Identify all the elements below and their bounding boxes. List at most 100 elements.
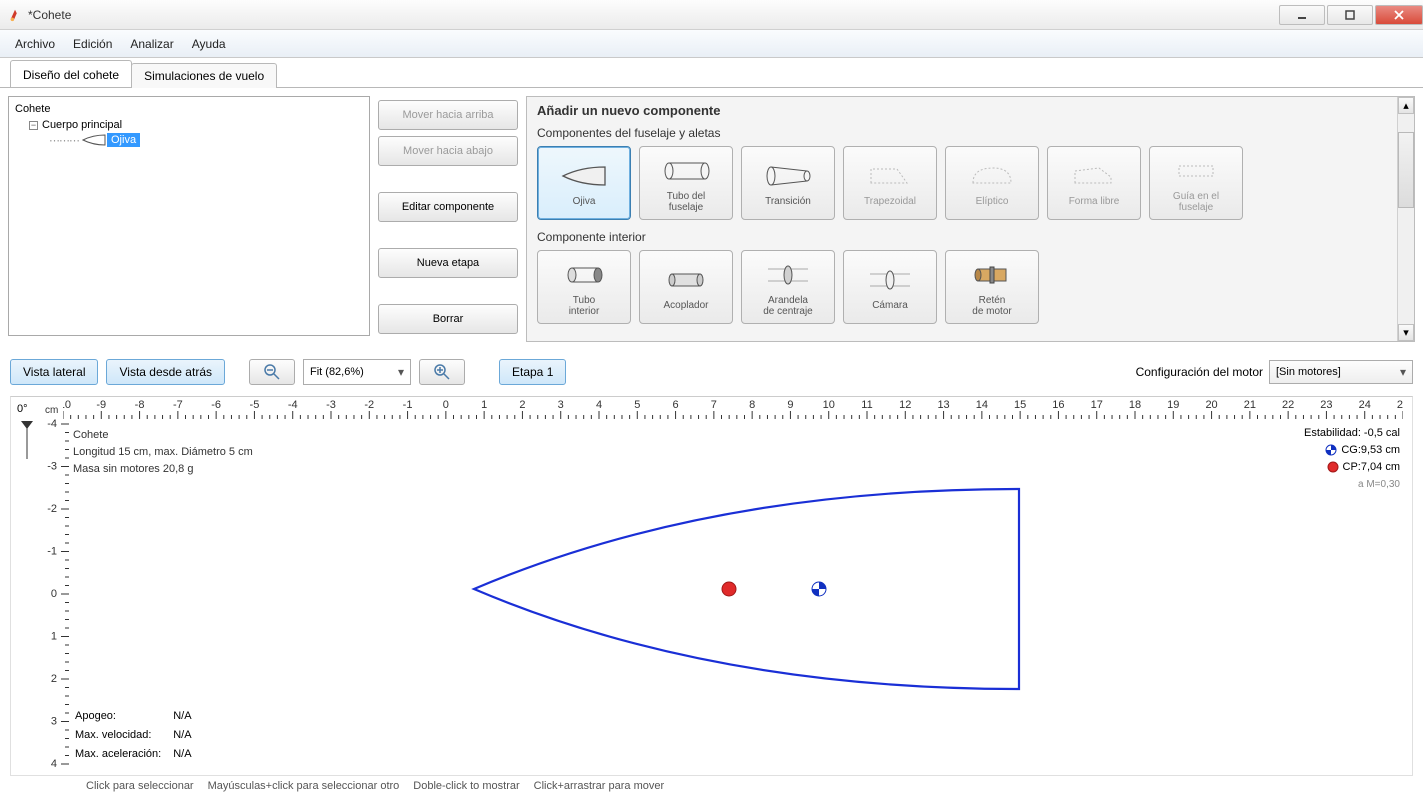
svg-text:0: 0 bbox=[443, 399, 449, 411]
motor-config-label: Configuración del motor bbox=[1136, 365, 1263, 379]
delete-button[interactable]: Borrar bbox=[378, 304, 518, 334]
stability-info: Estabilidad: -0,5 cal CG:9,53 cm CP:7,04… bbox=[1304, 425, 1400, 493]
svg-text:-2: -2 bbox=[364, 399, 374, 411]
close-button[interactable] bbox=[1375, 5, 1423, 25]
new-stage-button[interactable]: Nueva etapa bbox=[378, 248, 518, 278]
rocket-canvas[interactable]: Cohete Longitud 15 cm, max. Diámetro 5 c… bbox=[69, 419, 1408, 771]
nosecone-icon bbox=[559, 164, 609, 188]
tree-nose-selected[interactable]: Ojiva bbox=[107, 133, 140, 147]
svg-text:-4: -4 bbox=[47, 419, 57, 430]
comp-trapezoidal[interactable]: Trapezoidal bbox=[843, 146, 937, 220]
svg-text:0: 0 bbox=[51, 588, 57, 600]
status-tip-4: Click+arrastrar para mover bbox=[534, 780, 665, 792]
svg-text:14: 14 bbox=[976, 399, 988, 411]
section-fuselage: Componentes del fuselaje y aletas bbox=[537, 126, 1398, 140]
menu-archivo[interactable]: Archivo bbox=[6, 33, 64, 55]
edit-component-button[interactable]: Editar componente bbox=[378, 192, 518, 222]
motor-select[interactable]: [Sin motores] bbox=[1269, 360, 1413, 384]
bodytube-icon bbox=[661, 160, 711, 182]
svg-text:20: 20 bbox=[1205, 399, 1217, 411]
comp-ojiva[interactable]: Ojiva bbox=[537, 146, 631, 220]
comp-tubo-interior[interactable]: Tubo interior bbox=[537, 250, 631, 324]
comp-forma-libre[interactable]: Forma libre bbox=[1047, 146, 1141, 220]
ruler-unit: cm bbox=[45, 405, 58, 416]
svg-text:-3: -3 bbox=[326, 399, 336, 411]
rocket-drawing[interactable]: 0° cm -10-9-8-7-6-5-4-3-2-10123456789101… bbox=[10, 396, 1413, 776]
zoom-out-button[interactable] bbox=[249, 359, 295, 385]
svg-text:6: 6 bbox=[673, 399, 679, 411]
svg-text:-4: -4 bbox=[288, 399, 298, 411]
menu-ayuda[interactable]: Ayuda bbox=[183, 33, 235, 55]
cp-marker bbox=[722, 582, 736, 596]
svg-text:4: 4 bbox=[51, 758, 57, 769]
cg-marker bbox=[812, 582, 826, 596]
comp-camara[interactable]: Cámara bbox=[843, 250, 937, 324]
elliptic-fin-icon bbox=[969, 165, 1015, 187]
tab-sim[interactable]: Simulaciones de vuelo bbox=[131, 63, 277, 88]
comp-eliptico[interactable]: Elíptico bbox=[945, 146, 1039, 220]
svg-text:8: 8 bbox=[749, 399, 755, 411]
svg-text:-6: -6 bbox=[211, 399, 221, 411]
window-title: *Cohete bbox=[28, 8, 71, 22]
comp-arandela[interactable]: Arandela de centraje bbox=[741, 250, 835, 324]
svg-text:23: 23 bbox=[1320, 399, 1332, 411]
svg-text:24: 24 bbox=[1359, 399, 1371, 411]
svg-text:19: 19 bbox=[1167, 399, 1179, 411]
comp-transicion[interactable]: Transición bbox=[741, 146, 835, 220]
minimize-button[interactable] bbox=[1279, 5, 1325, 25]
comp-acoplador[interactable]: Acoplador bbox=[639, 250, 733, 324]
tree-expander-icon[interactable]: − bbox=[29, 121, 38, 130]
rotation-slider[interactable] bbox=[17, 419, 37, 461]
comp-guia[interactable]: Guía en el fuselaje bbox=[1149, 146, 1243, 220]
svg-text:-8: -8 bbox=[135, 399, 145, 411]
tree-connector: ⋯⋯⋯ bbox=[49, 134, 79, 147]
cp-legend-icon bbox=[1327, 461, 1339, 473]
svg-text:4: 4 bbox=[596, 399, 602, 411]
menubar: Archivo Edición Analizar Ayuda bbox=[0, 30, 1423, 58]
scroll-down-icon[interactable]: ▾ bbox=[1398, 324, 1414, 341]
section-interior: Componente interior bbox=[537, 230, 1398, 244]
comp-reten-motor[interactable]: Retén de motor bbox=[945, 250, 1039, 324]
scroll-thumb[interactable] bbox=[1398, 132, 1414, 208]
svg-text:10: 10 bbox=[823, 399, 835, 411]
svg-text:-5: -5 bbox=[250, 399, 260, 411]
stability-value: Estabilidad: -0,5 cal bbox=[1304, 425, 1400, 442]
back-view-button[interactable]: Vista desde atrás bbox=[106, 359, 225, 385]
panel-scrollbar[interactable]: ▴ ▾ bbox=[1397, 97, 1414, 341]
svg-text:3: 3 bbox=[558, 399, 564, 411]
side-view-button[interactable]: Vista lateral bbox=[10, 359, 98, 385]
zoom-select[interactable]: Fit (82,6%) bbox=[303, 359, 411, 385]
menu-analizar[interactable]: Analizar bbox=[121, 33, 182, 55]
nosecone-mini-icon bbox=[81, 134, 107, 146]
rotation-label[interactable]: 0° bbox=[17, 403, 28, 415]
svg-text:-9: -9 bbox=[96, 399, 106, 411]
launch-lug-icon bbox=[1173, 160, 1219, 182]
panel-title: Añadir un nuevo componente bbox=[537, 103, 1398, 118]
stage-button[interactable]: Etapa 1 bbox=[499, 359, 566, 385]
maximize-button[interactable] bbox=[1327, 5, 1373, 25]
tree-root[interactable]: Cohete bbox=[11, 101, 367, 117]
zoom-out-icon bbox=[263, 363, 281, 381]
statusbar: Click para seleccionar Mayúsculas+click … bbox=[10, 776, 1413, 796]
cg-legend-icon bbox=[1325, 444, 1337, 456]
tab-design[interactable]: Diseño del cohete bbox=[10, 60, 132, 87]
menu-edicion[interactable]: Edición bbox=[64, 33, 121, 55]
svg-text:12: 12 bbox=[899, 399, 911, 411]
move-up-button[interactable]: Mover hacia arriba bbox=[378, 100, 518, 130]
svg-text:-2: -2 bbox=[47, 503, 57, 515]
comp-tubo-fuselaje[interactable]: Tubo del fuselaje bbox=[639, 146, 733, 220]
cg-value: CG:9,53 cm bbox=[1341, 444, 1400, 456]
svg-text:25: 25 bbox=[1397, 399, 1403, 411]
zoom-in-button[interactable] bbox=[419, 359, 465, 385]
svg-text:17: 17 bbox=[1091, 399, 1103, 411]
coupler-icon bbox=[664, 270, 708, 290]
move-down-button[interactable]: Mover hacia abajo bbox=[378, 136, 518, 166]
svg-text:18: 18 bbox=[1129, 399, 1141, 411]
status-tip-3: Doble-click to mostrar bbox=[413, 780, 519, 792]
scroll-up-icon[interactable]: ▴ bbox=[1398, 97, 1414, 114]
svg-text:2: 2 bbox=[519, 399, 525, 411]
component-tree[interactable]: Cohete − Cuerpo principal ⋯⋯⋯ Ojiva bbox=[8, 96, 370, 336]
horizontal-ruler: -10-9-8-7-6-5-4-3-2-10123456789101112131… bbox=[63, 397, 1403, 419]
svg-text:-10: -10 bbox=[63, 399, 71, 411]
tree-body[interactable]: Cuerpo principal bbox=[42, 119, 122, 131]
